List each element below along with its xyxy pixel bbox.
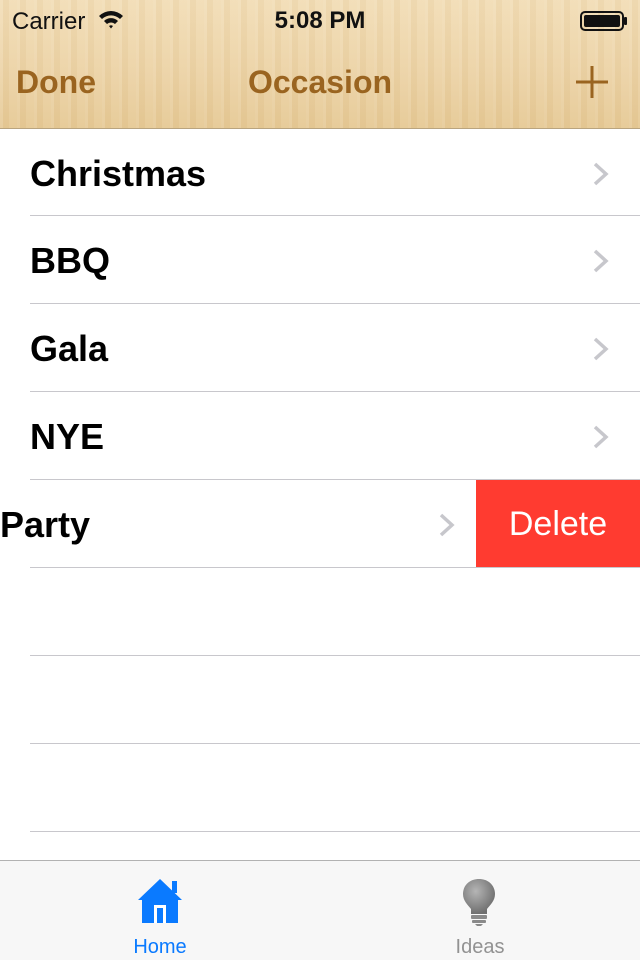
list-item[interactable]: BBQ <box>0 216 640 304</box>
row-divider <box>30 831 640 832</box>
plus-icon[interactable] <box>574 64 610 100</box>
list-item-label: BBQ <box>30 240 110 281</box>
list-item-label: Christmas <box>30 153 207 194</box>
tab-home-label: Home <box>133 936 187 958</box>
list-item-swiped[interactable]: Party Delete <box>0 480 640 568</box>
chevron-right-icon <box>593 249 609 273</box>
page-title: Occasion <box>247 64 393 100</box>
list-item[interactable]: Gala <box>0 304 640 392</box>
delete-button[interactable]: Delete <box>476 480 640 568</box>
tab-ideas[interactable]: Ideas <box>320 861 640 960</box>
lightbulb-icon <box>463 879 495 926</box>
list-item-label: NYE <box>30 416 105 457</box>
list-item[interactable]: Christmas <box>0 129 640 217</box>
navigation-header: Carrier 5:08 PM Done Occasion <box>0 0 640 129</box>
tab-home[interactable]: Home <box>0 861 320 960</box>
list-item[interactable]: NYE <box>0 392 640 480</box>
chevron-right-icon <box>439 513 455 537</box>
status-bar: Carrier 5:08 PM <box>0 0 640 40</box>
occasion-list: Christmas BBQ Gala NYE Party Delete <box>0 129 640 860</box>
status-time: 5:08 PM <box>274 7 366 34</box>
row-divider <box>30 655 640 656</box>
done-button[interactable]: Done <box>16 64 96 101</box>
row-divider <box>30 743 640 744</box>
chevron-right-icon <box>593 425 609 449</box>
list-item-label: Gala <box>30 328 109 369</box>
chevron-right-icon <box>593 337 609 361</box>
tab-bar: Home Ideas <box>0 860 640 960</box>
row-divider <box>30 567 640 568</box>
tab-ideas-label: Ideas <box>455 936 505 958</box>
battery-icon <box>580 11 627 31</box>
list-item-label: Party <box>0 504 91 545</box>
chevron-right-icon <box>593 162 609 186</box>
home-icon <box>138 879 182 923</box>
